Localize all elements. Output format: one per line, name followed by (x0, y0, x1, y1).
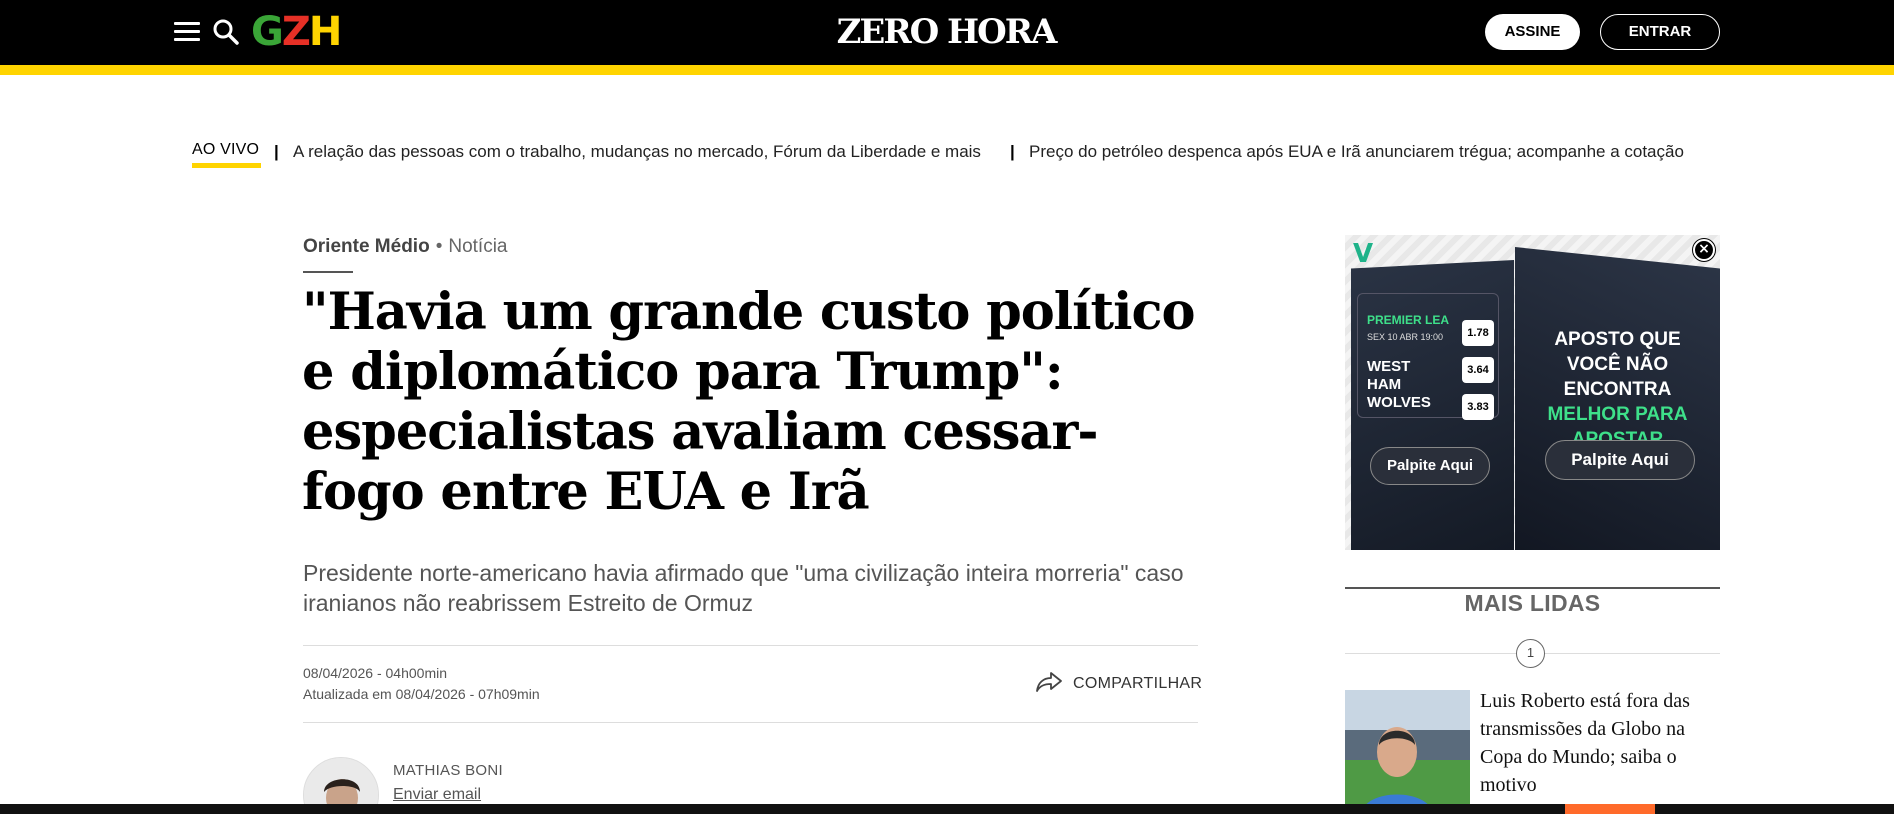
ad-teams: WEST HAM WOLVES (1367, 358, 1431, 411)
published-date: 08/04/2026 - 04h00min (303, 665, 447, 681)
meta-divider-bottom (303, 722, 1198, 723)
ad-odd-draw: 3.64 (1462, 357, 1494, 383)
gzh-logo-letter-z: Z (281, 9, 311, 55)
login-button[interactable]: ENTRAR (1600, 14, 1720, 50)
updated-date: Atualizada em 08/04/2026 - 07h09min (303, 686, 540, 702)
share-icon (1035, 670, 1063, 698)
header-accent-stripe (0, 65, 1894, 75)
ad-cta-button-left[interactable]: Palpite Aqui (1370, 447, 1490, 485)
most-read-thumbnail[interactable] (1345, 690, 1470, 814)
live-label[interactable]: AO VIVO (192, 141, 259, 159)
most-read-title: MAIS LIDAS (1464, 590, 1601, 616)
most-read-rank-badge: 1 (1516, 639, 1545, 668)
author-email-link[interactable]: Enviar email (393, 786, 481, 804)
kicker-rule (303, 271, 353, 273)
zero-hora-logo[interactable]: ZERO HORA (826, 10, 1066, 54)
most-read-headline[interactable]: Luis Roberto está fora das transmissões … (1480, 687, 1720, 799)
kicker-bullet: • (435, 236, 443, 257)
section-link[interactable]: Oriente Médio (303, 236, 430, 257)
ad-cta-button-right[interactable]: Palpite Aqui (1545, 440, 1695, 480)
article-subtitle: Presidente norte-americano havia afirmad… (303, 560, 1184, 616)
article-headline: "Havia um grande custo político e diplom… (302, 282, 1196, 522)
sidebar-ad-banner[interactable]: V PREMIER LEA SEX 10 ABR 19:00 WEST HAM … (1345, 235, 1720, 550)
ticker-separator: | (1010, 142, 1015, 161)
gzh-logo-letter-g: G (251, 9, 284, 55)
meta-divider-top (303, 645, 1198, 646)
ticker-link-oil-price[interactable]: Preço do petróleo despenca após EUA e Ir… (1029, 142, 1684, 162)
author-name[interactable]: MATHIAS BONI (393, 762, 503, 779)
ad-league: PREMIER LEA (1367, 313, 1450, 327)
article-kicker: Oriente Médio • Notícia (303, 236, 507, 258)
subscribe-button[interactable]: ASSINE (1485, 14, 1580, 50)
ad-brand-logo: V (1353, 239, 1374, 269)
ad-slogan: APOSTO QUE VOCÊ NÃO ENCONTRA MELHOR PARA… (1530, 327, 1705, 452)
share-label: COMPARTILHAR (1073, 675, 1203, 692)
article-type: Notícia (448, 236, 508, 257)
gzh-logo-letter-h: H (308, 9, 343, 55)
ad-match-date: SEX 10 ABR 19:00 (1367, 332, 1444, 342)
ad-slogan-text: APOSTO QUE VOCÊ NÃO ENCONTRA (1554, 329, 1681, 400)
menu-icon[interactable] (174, 20, 200, 44)
share-button[interactable]: COMPARTILHAR (1035, 670, 1202, 698)
ticker-link-work-forum[interactable]: A relação das pessoas com o trabalho, mu… (293, 142, 981, 162)
ticker-separator: | (274, 142, 279, 161)
bottom-bar-accent (1565, 804, 1655, 814)
search-icon[interactable] (212, 18, 240, 46)
live-label-underline (192, 163, 261, 168)
ad-odd-away: 3.83 (1462, 394, 1494, 420)
gzh-logo[interactable]: GZH (251, 9, 343, 55)
ad-odd-home: 1.78 (1462, 320, 1494, 346)
ad-close-icon[interactable]: × (1693, 239, 1715, 261)
